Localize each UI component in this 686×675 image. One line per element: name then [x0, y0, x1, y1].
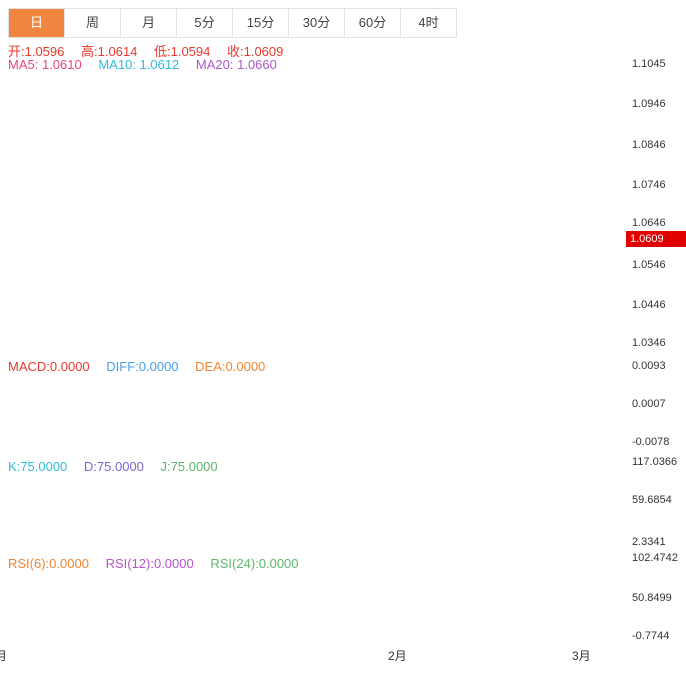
last-price-badge: 1.0609 [626, 231, 686, 247]
macd-label-row: MACD:0.0000 DIFF:0.0000 DEA:0.0000 [8, 359, 278, 374]
j-label: J:75.0000 [161, 459, 218, 474]
kdj-axis-label: 2.3341 [632, 536, 666, 548]
kdj-label-row: K:75.0000 D:75.0000 J:75.0000 [8, 459, 231, 474]
tab-week[interactable]: 周 [65, 9, 121, 37]
ma20-label: MA20: 1.0660 [196, 57, 277, 72]
macd-axis-label: -0.0078 [632, 436, 669, 448]
price-axis-label: 1.0346 [632, 337, 666, 349]
tab-5min[interactable]: 5分 [177, 9, 233, 37]
tab-day[interactable]: 日 [9, 9, 65, 37]
rsi-label-row: RSI(6):0.0000 RSI(12):0.0000 RSI(24):0.0… [8, 556, 312, 571]
rsi12-label: RSI(12):0.0000 [106, 556, 194, 571]
tab-month[interactable]: 月 [121, 9, 177, 37]
tab-15min[interactable]: 15分 [233, 9, 289, 37]
tab-30min[interactable]: 30分 [289, 9, 345, 37]
diff-label: DIFF:0.0000 [106, 359, 178, 374]
ma5-label: MA5: 1.0610 [8, 57, 82, 72]
ma10-label: MA10: 1.0612 [98, 57, 179, 72]
tab-60min[interactable]: 60分 [345, 9, 401, 37]
price-axis-label: 1.0946 [632, 98, 666, 110]
price-axis-label: 1.0546 [632, 259, 666, 271]
time-axis-label: 3月 [572, 647, 591, 664]
kdj-axis-label: 59.6854 [632, 494, 672, 506]
d-label: D:75.0000 [84, 459, 144, 474]
kdj-axis-label: 117.0366 [632, 456, 677, 468]
rsi24-label: RSI(24):0.0000 [210, 556, 298, 571]
macd-axis-label: 0.0007 [632, 398, 666, 410]
rsi-axis-label: 50.8499 [632, 592, 672, 604]
price-axis-label: 1.0446 [632, 299, 666, 311]
kline-chart-widget: 日 周 月 5分 15分 30分 60分 4时 开:1.0596 高:1.061… [0, 0, 686, 675]
tab-4hour[interactable]: 4时 [401, 9, 456, 37]
time-axis-label: 月 [0, 647, 7, 664]
ma-label-row: MA5: 1.0610 MA10: 1.0612 MA20: 1.0660 [8, 57, 290, 72]
timeframe-tabbar: 日 周 月 5分 15分 30分 60分 4时 [8, 8, 457, 38]
rsi6-label: RSI(6):0.0000 [8, 556, 89, 571]
price-axis-label: 1.0746 [632, 179, 666, 191]
macd-label: MACD:0.0000 [8, 359, 90, 374]
price-axis-label: 1.1045 [632, 58, 666, 70]
rsi-axis-label: 102.4742 [632, 552, 678, 564]
k-label: K:75.0000 [8, 459, 67, 474]
time-axis-label: 2月 [388, 647, 407, 664]
macd-axis-label: 0.0093 [632, 360, 666, 372]
dea-label: DEA:0.0000 [195, 359, 265, 374]
price-axis-label: 1.0846 [632, 139, 666, 151]
price-axis-label: 1.0646 [632, 217, 666, 229]
chart-canvas[interactable] [0, 0, 686, 675]
rsi-axis-label: -0.7744 [632, 630, 669, 642]
